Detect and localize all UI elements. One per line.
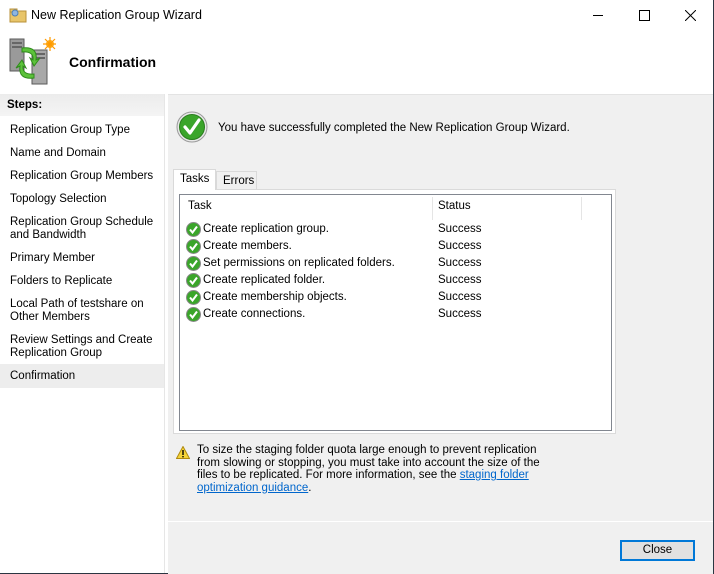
- footer-divider: [168, 521, 713, 522]
- table-row[interactable]: Create membership objects. Success: [186, 289, 606, 306]
- task-name: Create connections.: [203, 308, 306, 320]
- replication-folder-icon: [9, 8, 27, 23]
- table-row[interactable]: Set permissions on replicated folders. S…: [186, 255, 606, 272]
- tasks-list[interactable]: Task Status Create replication group. Su…: [179, 194, 612, 431]
- replication-servers-icon: [9, 37, 56, 85]
- steps-heading: Steps:: [0, 94, 164, 116]
- note-text: files to be replicated. For more informa…: [197, 469, 460, 481]
- tab-tasks[interactable]: Tasks: [173, 169, 216, 190]
- steps-sidebar: Steps: Replication Group Type Name and D…: [0, 94, 165, 573]
- minimize-icon: [592, 15, 603, 16]
- warning-icon: [176, 446, 190, 459]
- task-status: Success: [438, 257, 482, 269]
- tab-label: Errors: [223, 175, 255, 187]
- tab-label: Tasks: [180, 173, 210, 185]
- sidebar-item-replication-group-members[interactable]: Replication Group Members: [0, 170, 164, 183]
- success-message: You have successfully completed the New …: [218, 122, 570, 134]
- window-title: New Replication Group Wizard: [31, 8, 202, 22]
- sidebar-item-schedule-and-bandwidth[interactable]: Replication Group Schedule and Bandwidth: [0, 216, 164, 242]
- note-text: To size the staging folder quota large e…: [197, 444, 537, 456]
- column-divider[interactable]: [432, 197, 433, 220]
- sidebar-item-topology-selection[interactable]: Topology Selection: [0, 193, 164, 206]
- table-row[interactable]: Create replication group. Success: [186, 221, 606, 238]
- task-status: Success: [438, 291, 482, 303]
- step-label: Local Path of testshare on: [10, 298, 144, 310]
- steps-heading-label: Steps:: [7, 99, 43, 111]
- sidebar-item-primary-member[interactable]: Primary Member: [0, 252, 164, 265]
- wizard-window: New Replication Group Wizard Confirmatio…: [0, 0, 714, 574]
- task-name: Create membership objects.: [203, 291, 347, 303]
- staging-guidance-link[interactable]: optimization guidance: [197, 482, 308, 494]
- column-divider[interactable]: [581, 197, 582, 220]
- staging-folder-note: To size the staging folder quota large e…: [197, 444, 542, 494]
- main-panel: You have successfully completed the New …: [168, 94, 713, 574]
- sidebar-item-name-and-domain[interactable]: Name and Domain: [0, 147, 164, 160]
- close-window-button[interactable]: [667, 0, 713, 31]
- step-label: Primary Member: [10, 252, 95, 264]
- title-bar: New Replication Group Wizard: [0, 0, 713, 31]
- success-check-icon: [186, 273, 201, 288]
- task-status: Success: [438, 240, 482, 252]
- task-name: Create replication group.: [203, 223, 329, 235]
- success-check-icon: [186, 307, 201, 322]
- success-check-icon: [186, 239, 201, 254]
- task-name: Set permissions on replicated folders.: [203, 257, 395, 269]
- maximize-icon: [638, 10, 650, 21]
- staging-guidance-link[interactable]: staging folder: [460, 469, 529, 481]
- step-label: Confirmation: [10, 370, 76, 382]
- sidebar-item-confirmation[interactable]: Confirmation: [0, 364, 164, 388]
- page-title: Confirmation: [69, 54, 157, 70]
- table-row[interactable]: Create replicated folder. Success: [186, 272, 606, 289]
- note-text: .: [308, 481, 312, 494]
- task-status: Success: [438, 274, 482, 286]
- step-label: Name and Domain: [10, 147, 106, 159]
- maximize-button[interactable]: [621, 0, 667, 31]
- step-label: Topology Selection: [10, 193, 107, 205]
- step-label: Replication Group Type: [10, 124, 130, 136]
- tab-errors[interactable]: Errors: [216, 171, 257, 190]
- table-row[interactable]: Create members. Success: [186, 238, 606, 255]
- sidebar-item-local-path[interactable]: Local Path of testshare on Other Members: [0, 298, 164, 324]
- step-label: Review Settings and Create: [10, 334, 153, 346]
- step-label: Replication Group Members: [10, 170, 154, 182]
- note-text: from slowing or stopping, you must take …: [197, 456, 540, 469]
- step-label: Other Members: [10, 311, 90, 323]
- close-button[interactable]: Close: [620, 540, 695, 561]
- step-label: Replication Group: [10, 347, 103, 359]
- task-status: Success: [438, 308, 482, 320]
- step-label: Replication Group Schedule: [10, 216, 154, 228]
- sidebar-item-folders-to-replicate[interactable]: Folders to Replicate: [0, 275, 164, 288]
- success-check-icon: [186, 290, 201, 305]
- tasks-tab-panel: Task Status Create replication group. Su…: [173, 189, 616, 434]
- step-label: and Bandwidth: [10, 229, 87, 241]
- success-check-icon: [186, 222, 201, 237]
- close-icon: [684, 10, 696, 21]
- table-row[interactable]: Create connections. Success: [186, 306, 606, 323]
- minimize-button[interactable]: [575, 0, 621, 31]
- column-header-status[interactable]: Status: [438, 200, 471, 212]
- task-name: Create replicated folder.: [203, 274, 326, 286]
- success-check-icon: [176, 111, 208, 143]
- column-header-task[interactable]: Task: [188, 200, 212, 212]
- success-check-icon: [186, 256, 201, 271]
- sidebar-item-replication-group-type[interactable]: Replication Group Type: [0, 124, 164, 137]
- step-label: Folders to Replicate: [10, 275, 113, 287]
- task-status: Success: [438, 223, 482, 235]
- sidebar-item-review-settings[interactable]: Review Settings and Create Replication G…: [0, 334, 164, 360]
- task-name: Create members.: [203, 240, 292, 252]
- wizard-header: Confirmation: [0, 31, 713, 89]
